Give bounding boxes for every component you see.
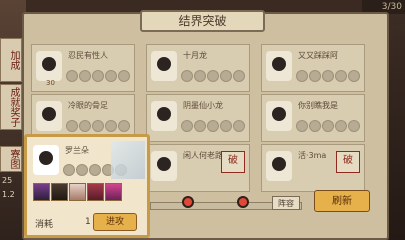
page-title: 结界突破: [140, 10, 265, 32]
side-number-1: 25: [2, 176, 13, 185]
defeated-stamp: 破: [221, 151, 245, 173]
side-tab-label: 加成: [8, 50, 19, 70]
medal-row: [181, 117, 246, 136]
shikigami-portrait: [105, 183, 122, 201]
progress-marker: [237, 196, 249, 208]
refresh-button[interactable]: 刷新: [314, 190, 370, 212]
cost-count: 1: [85, 217, 91, 227]
shikigami-portrait: [33, 183, 50, 201]
opponent-name: 又又踩踩阿: [298, 51, 338, 60]
side-tab-bonus[interactable]: 加成: [0, 38, 22, 82]
shikigami-portrait: [69, 183, 86, 201]
opponent-name: 冷眼的骨足: [68, 101, 108, 110]
opponent-name: 忍民有性人: [68, 51, 108, 60]
opponent-avatar: [33, 145, 59, 175]
attack-button[interactable]: 进攻: [93, 213, 137, 231]
opponent-card-1[interactable]: 忍民有性人 30: [31, 44, 135, 92]
opponent-level: 30: [46, 79, 55, 87]
opponent-name: 活·3ma: [298, 151, 327, 160]
opponent-avatar: [36, 51, 62, 81]
opponent-avatar: [151, 101, 177, 131]
opponent-avatar: [151, 51, 177, 81]
cost-label: 消耗: [35, 220, 54, 230]
opponent-name: 罗兰朵: [65, 146, 89, 155]
opponent-card-5[interactable]: 阴墨仙小龙: [146, 94, 250, 142]
opponent-name: 你别瞧我是: [298, 101, 338, 110]
medal-row: [296, 117, 361, 136]
opponent-avatar: [36, 101, 62, 131]
formation-button[interactable]: 阵容: [272, 196, 300, 210]
opponent-name: 闲人何老路: [183, 151, 223, 160]
medal-row: [296, 67, 361, 86]
opponent-card-6[interactable]: 你别瞧我是: [261, 94, 365, 142]
opponent-name: 阴墨仙小龙: [183, 101, 223, 110]
opponent-name: 十月龙: [183, 51, 207, 60]
opponent-detail-popup: 罗兰朵 消耗 1 进攻: [24, 134, 150, 238]
opponent-avatar: [266, 101, 292, 131]
side-number-2: 1.2: [2, 190, 15, 199]
medal-row: [181, 67, 246, 86]
defeated-stamp: 破: [336, 151, 360, 173]
opponent-avatar: [266, 151, 292, 181]
side-tab-guild[interactable]: 寮图: [0, 146, 22, 172]
side-tab-label: 成就奖子: [8, 87, 19, 127]
ink-decoration: [111, 141, 145, 179]
progress-marker: [182, 196, 194, 208]
shikigami-team: [33, 183, 123, 205]
opponent-card-3[interactable]: 又又踩踩阿: [261, 44, 365, 92]
opponent-card-9[interactable]: 活·3ma 破: [261, 144, 365, 192]
opponent-card-8[interactable]: 闲人何老路 破: [146, 144, 250, 192]
side-tab-label: 寮图: [8, 149, 19, 169]
opponent-avatar: [266, 51, 292, 81]
shikigami-portrait: [51, 183, 68, 201]
shikigami-portrait: [87, 183, 104, 201]
opponent-avatar: [151, 151, 177, 181]
right-background: [389, 14, 405, 240]
medal-row: [66, 67, 131, 86]
opponent-card-2[interactable]: 十月龙: [146, 44, 250, 92]
side-tab-achievement[interactable]: 成就奖子: [0, 84, 22, 130]
